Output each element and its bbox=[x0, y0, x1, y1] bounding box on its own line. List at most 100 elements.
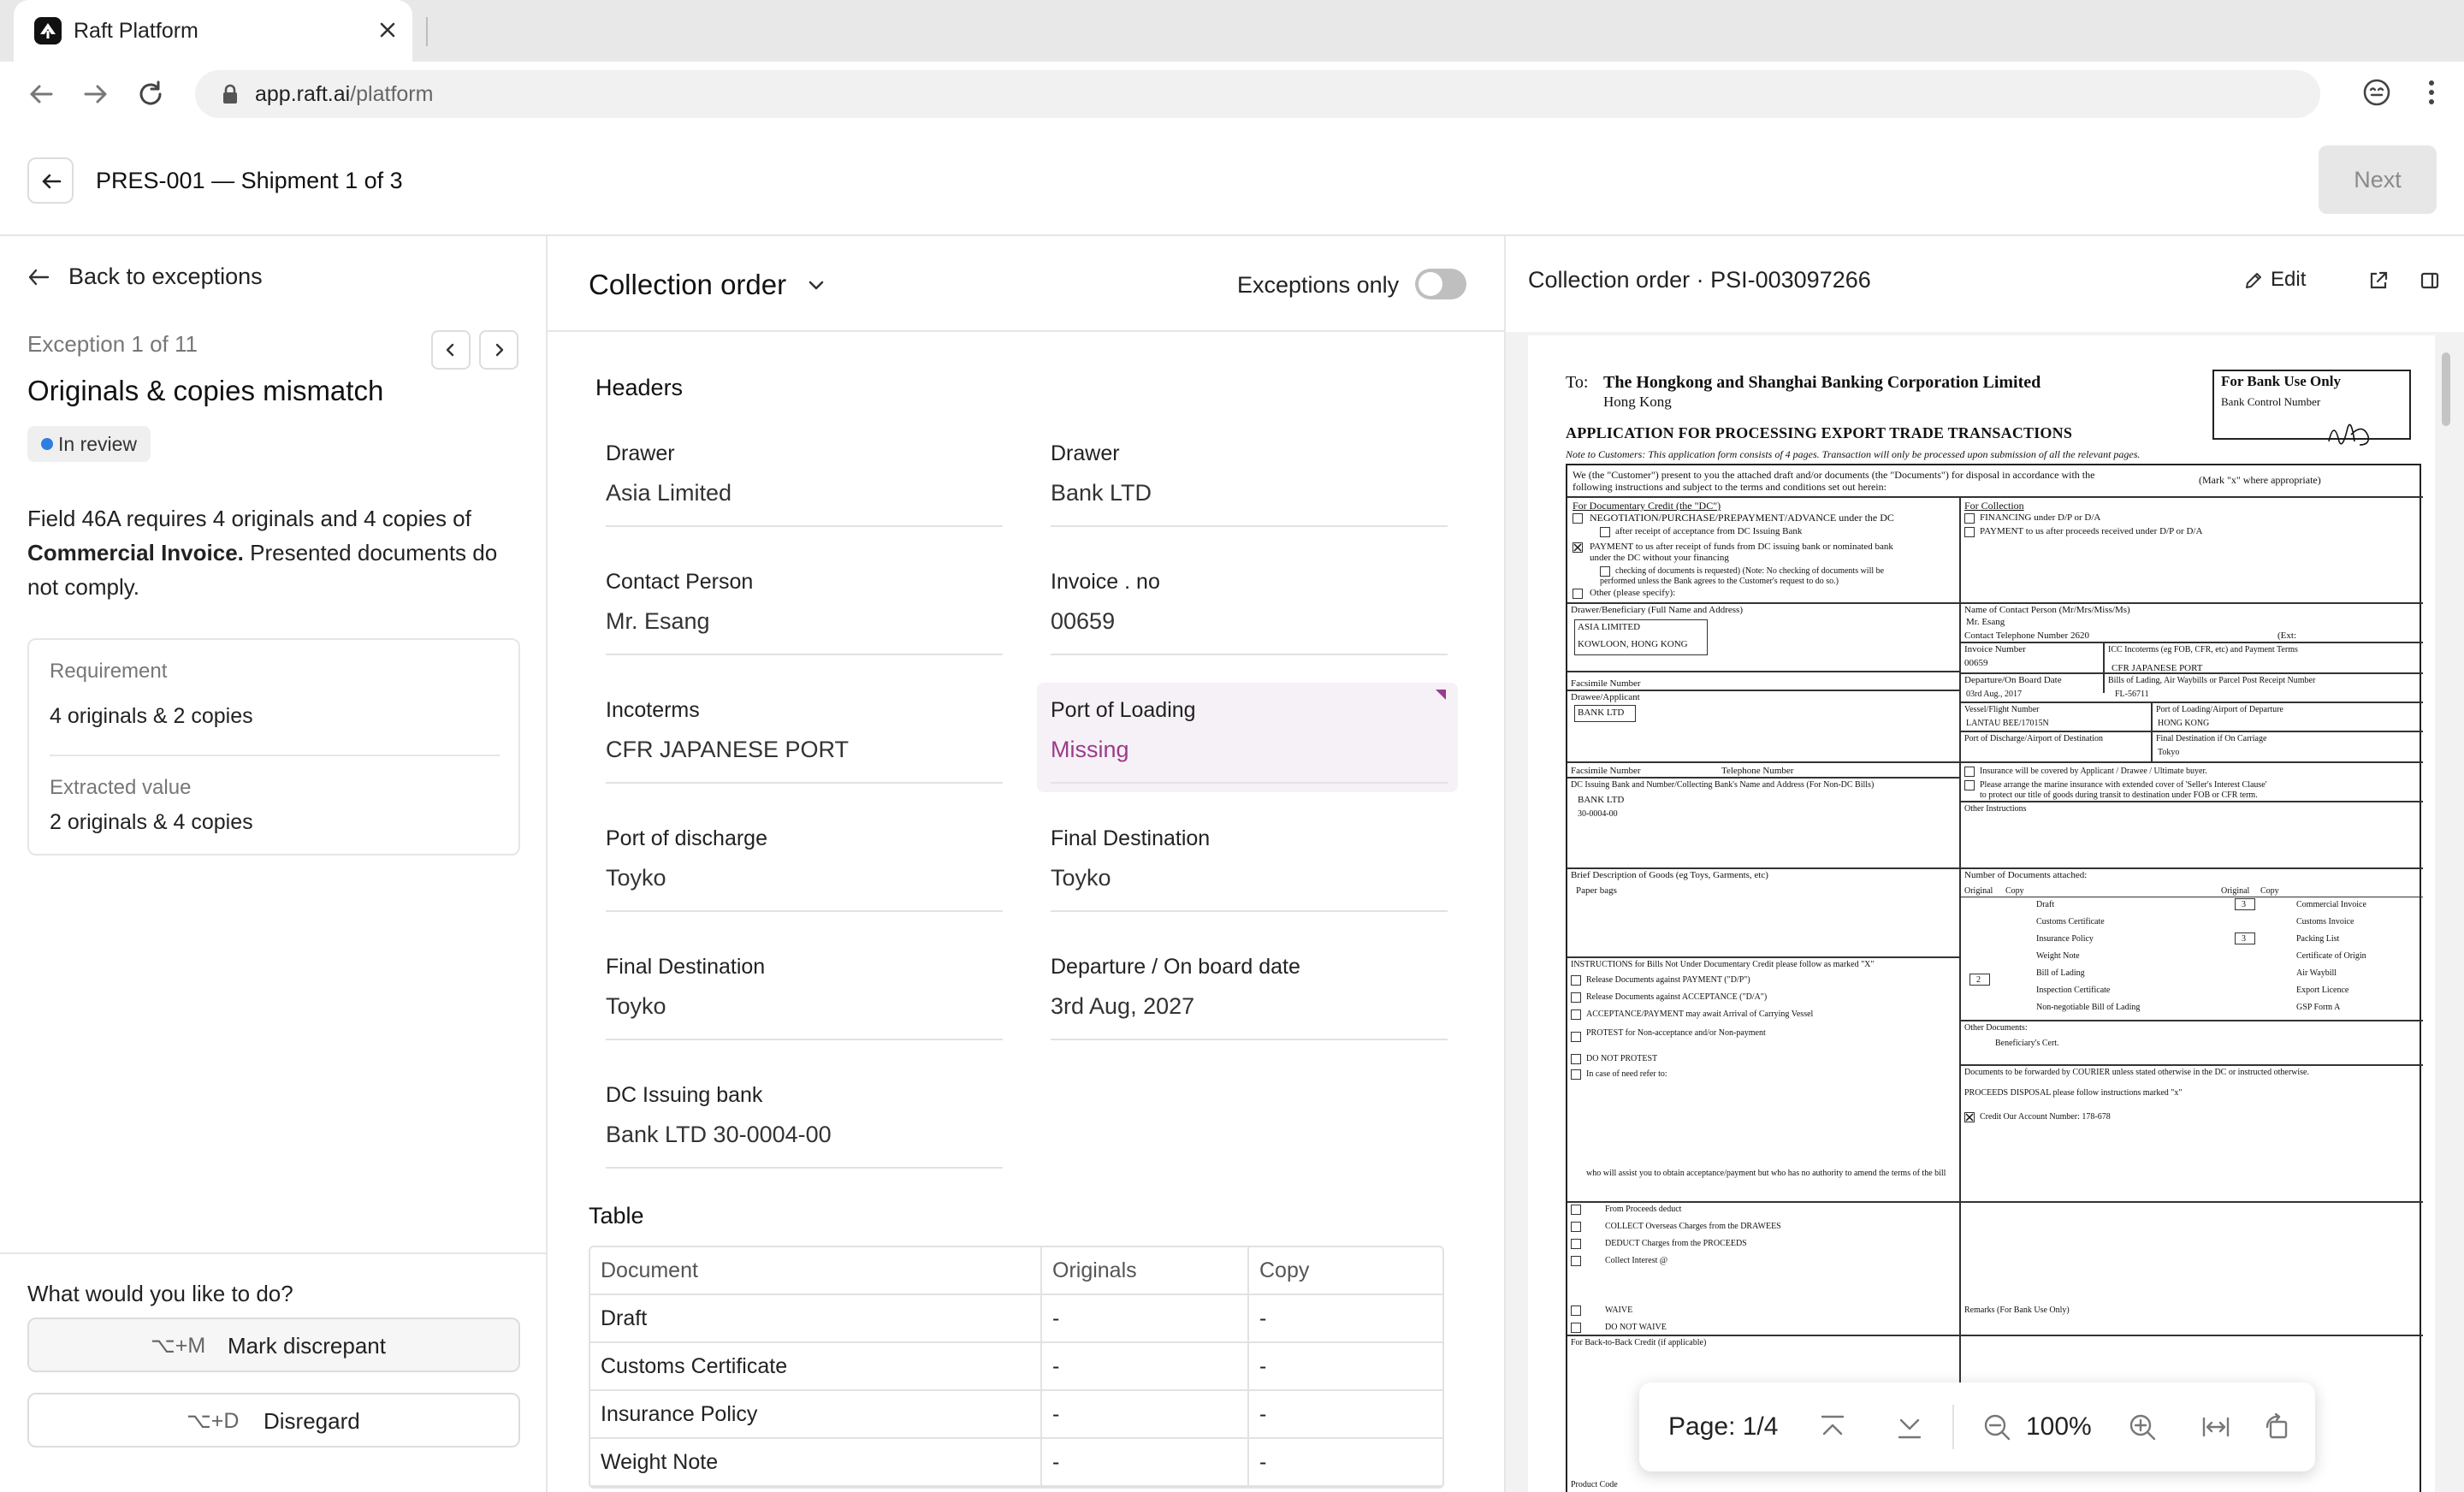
pdf-text: following instructions and subject to th… bbox=[1573, 481, 1886, 493]
pdf-text: INSTRUCTIONS for Bills Not Under Documen… bbox=[1571, 960, 1875, 969]
field-label: Invoice . no bbox=[1051, 570, 1160, 594]
previous-page-icon[interactable] bbox=[1815, 1410, 1850, 1444]
table-row[interactable]: Customs Certificate - - bbox=[590, 1343, 1442, 1391]
fit-width-icon[interactable] bbox=[2199, 1410, 2233, 1444]
url-text: app.raft.ai/platform bbox=[255, 82, 434, 106]
status-dot-icon bbox=[41, 438, 53, 450]
pdf-text: We (the "Customer") present to you the a… bbox=[1573, 469, 2095, 481]
back-button[interactable] bbox=[27, 157, 74, 204]
pdf-text: Name of Contact Person (Mr/Mrs/Miss/Ms) bbox=[1964, 605, 2130, 615]
zoom-out-icon[interactable] bbox=[1980, 1410, 2014, 1444]
field-drawer-bank[interactable]: Drawer Bank LTD bbox=[1040, 435, 1448, 537]
browser-menu-icon[interactable] bbox=[2420, 75, 2443, 110]
field-value: CFR JAPANESE PORT bbox=[606, 737, 850, 762]
field-value: 3rd Aug, 2027 bbox=[1051, 993, 1195, 1019]
pdf-rule bbox=[1959, 496, 1961, 1403]
field-final-destination-2[interactable]: Final Destination Toyko bbox=[595, 948, 1003, 1051]
extracted-label: Extracted value bbox=[50, 776, 192, 799]
pdf-text: Brief Description of Goods (eg Toys, Gar… bbox=[1571, 870, 1768, 880]
viewer-header: Collection order · PSI-003097266 Edit bbox=[1506, 236, 2464, 332]
close-tab-icon[interactable] bbox=[373, 15, 402, 44]
field-label: Drawer bbox=[1051, 441, 1120, 465]
open-external-icon[interactable] bbox=[2366, 269, 2390, 293]
pdf-text: From Proceeds deduct bbox=[1605, 1205, 1682, 1214]
panel-toggle-icon[interactable] bbox=[2418, 269, 2442, 293]
pdf-rule bbox=[2103, 642, 2105, 693]
table-row[interactable]: Weight Note - - bbox=[590, 1439, 1442, 1487]
field-contact-person[interactable]: Contact Person Mr. Esang bbox=[595, 563, 1003, 666]
pdf-text: Air Waybill bbox=[2296, 968, 2337, 978]
zoom-in-icon[interactable] bbox=[2125, 1410, 2159, 1444]
app-header: PRES-001 — Shipment 1 of 3 Next bbox=[0, 127, 2464, 236]
description-emphasis: Commercial Invoice. bbox=[27, 540, 244, 565]
field-label: Incoterms bbox=[606, 698, 700, 722]
status-badge: In review bbox=[27, 426, 151, 462]
table-cell: - bbox=[1247, 1343, 1442, 1391]
chevron-down-icon[interactable] bbox=[804, 274, 828, 298]
field-value: Bank LTD bbox=[1051, 480, 1152, 506]
table-cell: Customs Certificate bbox=[590, 1343, 1040, 1391]
field-invoice-no[interactable]: Invoice . no 00659 bbox=[1040, 563, 1448, 666]
url-bar[interactable]: app.raft.ai/platform bbox=[195, 70, 2320, 118]
document-type-dropdown[interactable]: Collection order bbox=[589, 267, 786, 303]
table-row[interactable]: Draft - - bbox=[590, 1295, 1442, 1343]
pdf-checkbox bbox=[1573, 589, 1583, 599]
pdf-text: Other Instructions bbox=[1964, 804, 2027, 814]
browser-forward-icon[interactable] bbox=[79, 77, 113, 111]
pdf-text: DO NOT PROTEST bbox=[1586, 1054, 1658, 1063]
table-cell: Draft bbox=[590, 1295, 1040, 1343]
reload-icon[interactable] bbox=[133, 77, 168, 111]
field-final-destination[interactable]: Final Destination Toyko bbox=[1040, 820, 1448, 922]
field-value: 00659 bbox=[1051, 608, 1116, 634]
tab-separator bbox=[426, 17, 428, 46]
pdf-text: 30-0004-00 bbox=[1578, 809, 1618, 819]
pdf-checkbox-checked bbox=[1964, 1112, 1975, 1122]
exception-panel: Back to exceptions Exception 1 of 11 Ori… bbox=[0, 236, 548, 1492]
table-section-title: Table bbox=[589, 1203, 644, 1229]
extension-icon[interactable] bbox=[2360, 75, 2394, 110]
field-port-of-loading[interactable]: Port of Loading Missing bbox=[1037, 683, 1458, 792]
pdf-text: NEGOTIATION/PURCHASE/PREPAYMENT/ADVANCE … bbox=[1590, 512, 1894, 524]
document-scrollbar[interactable] bbox=[2442, 352, 2450, 426]
pdf-text: Telephone Number bbox=[1721, 766, 1794, 776]
previous-exception-button[interactable] bbox=[431, 330, 471, 370]
pdf-text: KOWLOON, HONG KONG bbox=[1578, 639, 1688, 649]
pdf-text: For Back-to-Back Credit (if applicable) bbox=[1571, 1338, 1707, 1347]
field-value-missing: Missing bbox=[1051, 737, 1129, 762]
field-port-of-discharge[interactable]: Port of discharge Toyko bbox=[595, 820, 1003, 922]
mark-discrepant-button[interactable]: ⌥+M Mark discrepant bbox=[27, 1317, 520, 1372]
fields-toolbar: Collection order Exceptions only bbox=[548, 236, 1504, 332]
chevron-right-icon bbox=[495, 343, 504, 357]
field-underline bbox=[606, 525, 1003, 527]
next-page-icon[interactable] bbox=[1892, 1410, 1927, 1444]
browser-back-icon[interactable] bbox=[24, 77, 58, 111]
table-row[interactable]: Insurance Policy - - bbox=[590, 1391, 1442, 1439]
pdf-text: In case of need refer to: bbox=[1586, 1069, 1667, 1079]
pdf-checkbox bbox=[1964, 780, 1975, 790]
browser-tab[interactable]: Raft Platform bbox=[14, 0, 412, 62]
pdf-checkbox bbox=[1571, 992, 1581, 1003]
column-header: Document bbox=[590, 1247, 1040, 1295]
field-departure-date[interactable]: Departure / On board date 3rd Aug, 2027 bbox=[1040, 948, 1448, 1051]
pdf-text: Weight Note bbox=[2036, 951, 2080, 961]
pdf-text: Copy bbox=[2005, 886, 2024, 896]
field-label: Drawer bbox=[606, 441, 675, 465]
pdf-initials-signature bbox=[2328, 423, 2370, 446]
table-cell: - bbox=[1040, 1391, 1247, 1439]
pdf-text: Customs Certificate bbox=[2036, 917, 2105, 927]
disregard-button[interactable]: ⌥+D Disregard bbox=[27, 1393, 520, 1448]
pdf-text: COLLECT Overseas Charges from the DRAWEE… bbox=[1605, 1222, 1781, 1231]
exceptions-only-toggle[interactable] bbox=[1415, 269, 1466, 299]
documents-table: Document Originals Copy Draft - - Custom… bbox=[589, 1246, 1444, 1489]
rotate-icon[interactable] bbox=[2260, 1410, 2295, 1444]
field-incoterms[interactable]: Incoterms CFR JAPANESE PORT bbox=[595, 691, 1003, 794]
next-button[interactable]: Next bbox=[2319, 145, 2437, 214]
field-dc-issuing-bank[interactable]: DC Issuing bank Bank LTD 30-0004-00 bbox=[595, 1076, 1003, 1179]
field-drawer[interactable]: Drawer Asia Limited bbox=[595, 435, 1003, 537]
pdf-text: Beneficiary's Cert. bbox=[1995, 1039, 2059, 1048]
pdf-text: GSP Form A bbox=[2296, 1003, 2341, 1012]
next-exception-button[interactable] bbox=[479, 330, 518, 370]
field-label: Final Destination bbox=[1051, 826, 1211, 850]
field-value: Toyko bbox=[606, 865, 666, 891]
pdf-checkbox bbox=[1571, 1054, 1581, 1064]
